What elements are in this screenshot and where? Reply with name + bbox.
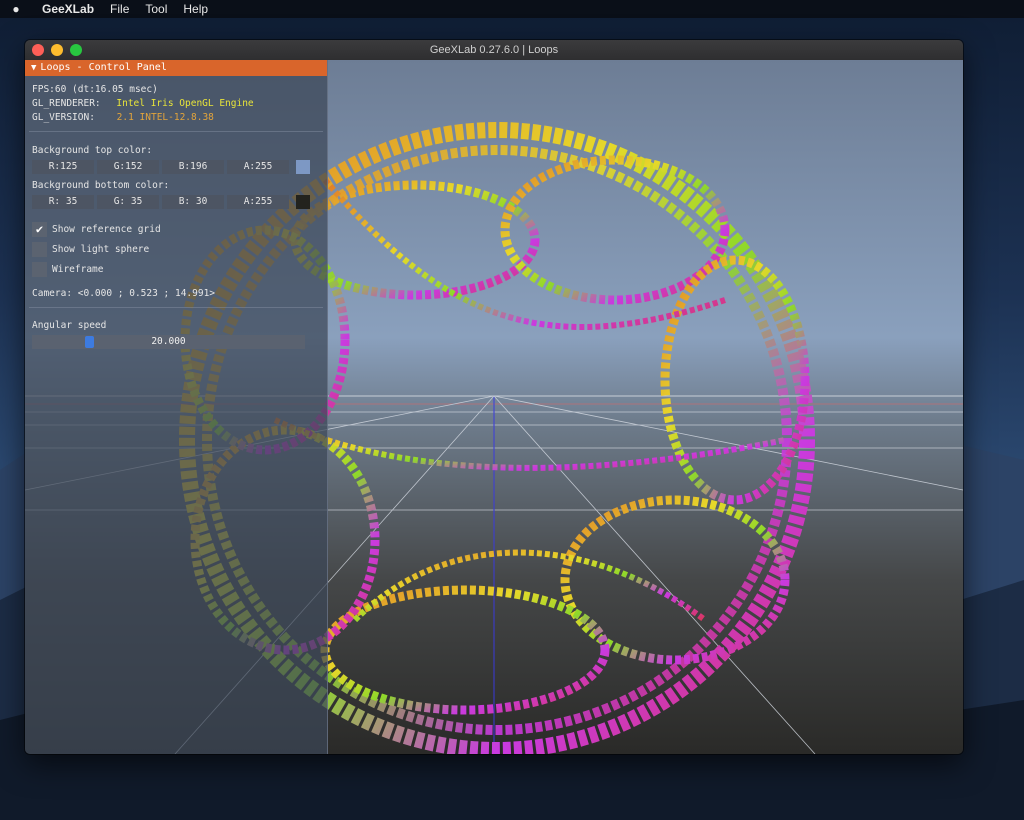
angular-speed-value: 20.000 [151,336,186,347]
show-light-sphere-checkbox[interactable] [32,242,47,257]
divider [29,131,323,132]
angular-speed-label: Angular speed [32,320,107,331]
control-panel-title: Loops - Control Panel [40,62,167,73]
show-light-sphere-label: Show light sphere [52,244,150,255]
bg-top-a-field[interactable]: A:255 [227,160,289,174]
show-reference-grid-checkbox[interactable]: ✔ [32,222,47,237]
bg-top-g-field[interactable]: G:152 [97,160,159,174]
divider [29,307,323,308]
bg-bottom-g-field[interactable]: G: 35 [97,195,159,209]
gl-version-row: GL_VERSION: 2.1 INTEL-12.8.38 [32,112,214,123]
gl-renderer-value: Intel Iris OpenGL Engine [116,98,254,109]
bg-top-b-field[interactable]: B:196 [162,160,224,174]
geexlab-window: GeeXLab 0.27.6.0 | Loops ▼ Loops - Contr… [25,40,963,754]
menu-help[interactable]: Help [175,2,216,16]
bg-bottom-color-swatch[interactable] [296,195,310,209]
bg-top-r-field[interactable]: R:125 [32,160,94,174]
gl-version-value: 2.1 INTEL-12.8.38 [116,112,214,123]
menu-tool[interactable]: Tool [137,2,175,16]
wireframe-label: Wireframe [52,264,104,275]
apple-menu-icon[interactable]: ● [0,2,32,16]
bg-top-color-fields: R:125 G:152 B:196 A:255 [32,160,310,174]
bg-bottom-b-field[interactable]: B: 30 [162,195,224,209]
camera-readout: Camera: <0.000 ; 0.523 ; 14.991> [32,288,216,299]
menu-file[interactable]: File [102,2,137,16]
gl-version-label: GL_VERSION: [32,112,95,123]
show-reference-grid-label: Show reference grid [52,224,161,235]
bg-top-color-label: Background top color: [32,145,153,156]
collapse-triangle-icon[interactable]: ▼ [31,63,36,73]
control-panel: ▼ Loops - Control Panel FPS:60 (dt:16.05 … [25,60,328,754]
gl-renderer-label: GL_RENDERER: [32,98,101,109]
fps-readout: FPS:60 (dt:16.05 msec) [32,84,158,95]
gl-renderer-row: GL_RENDERER: Intel Iris OpenGL Engine [32,98,254,109]
bg-top-color-swatch[interactable] [296,160,310,174]
macos-menubar: ● GeeXLab File Tool Help [0,0,1024,18]
angular-speed-slider[interactable]: 20.000 [32,335,305,349]
minimize-window-button[interactable] [51,44,63,56]
menu-app-name[interactable]: GeeXLab [32,2,102,16]
zoom-window-button[interactable] [70,44,82,56]
wireframe-checkbox[interactable] [32,262,47,277]
window-titlebar[interactable]: GeeXLab 0.27.6.0 | Loops [25,40,963,61]
bg-bottom-r-field[interactable]: R: 35 [32,195,94,209]
window-title: GeeXLab 0.27.6.0 | Loops [429,44,559,56]
control-panel-header[interactable]: ▼ Loops - Control Panel [25,60,327,76]
bg-bottom-color-fields: R: 35 G: 35 B: 30 A:255 [32,195,310,209]
bg-bottom-a-field[interactable]: A:255 [227,195,289,209]
bg-bottom-color-label: Background bottom color: [32,180,170,191]
close-window-button[interactable] [32,44,44,56]
